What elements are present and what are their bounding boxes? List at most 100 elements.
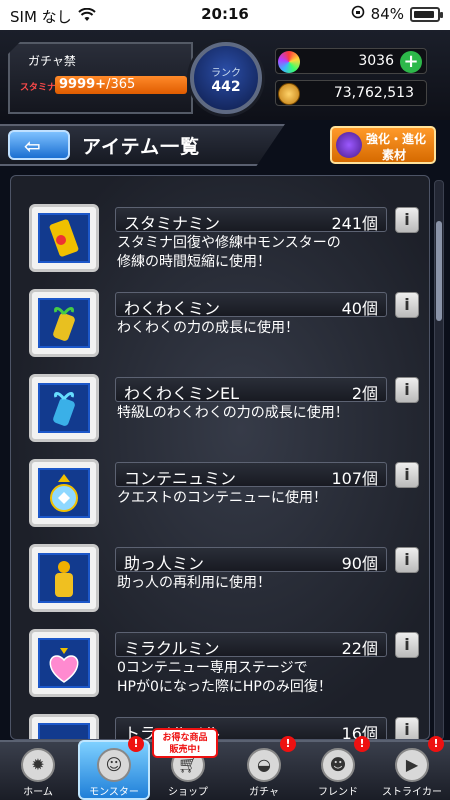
evolve-label-line1: 強化・進化 <box>366 132 427 146</box>
monster-icon: ☺ <box>97 748 131 782</box>
stamina-label: スタミナ <box>20 83 57 93</box>
item-list[interactable]: スタミナミン 241個 i スタミナ回復や修練中モンスターの 修練の時間短縮に使… <box>10 175 430 740</box>
nav-friend[interactable]: ☻ フレンド ! <box>302 736 374 800</box>
status-bar: SIM なし 20:16 84% <box>0 0 450 30</box>
nav-monster[interactable]: ☺ モンスター ! <box>78 736 150 800</box>
item-name: 助っ人ミン <box>124 554 205 573</box>
rank-badge[interactable]: ランク 442 <box>190 42 262 114</box>
nav-home-label: ホーム <box>23 787 53 798</box>
sprout-bottle-icon <box>38 298 90 348</box>
item-description: クエストのコンテニューに使用！ <box>117 490 327 506</box>
battery-percent: 84% <box>370 5 404 23</box>
item-name: コンテニュミン <box>124 469 237 488</box>
item-name-bar: わくわくミンEL 2個 <box>115 377 387 403</box>
sprout-bottle-el-icon <box>38 383 90 433</box>
stamina-current: 9999+ <box>59 77 107 92</box>
item-name-bar: 助っ人ミン 90個 <box>115 547 387 573</box>
evolve-label-line2: 素材 <box>382 148 407 162</box>
item-name-bar: ミラクルミン 22個 <box>115 632 387 658</box>
continue-potion-icon <box>38 468 90 518</box>
nav-friend-label: フレンド <box>318 787 358 798</box>
info-button[interactable]: i <box>395 292 419 318</box>
item-name-bar: スタミナミン 241個 <box>115 207 387 233</box>
info-button[interactable]: i <box>395 632 419 658</box>
game-header: ガチャ禁 スタミナ 9999+/365 ランク 442 3036 + 73,76… <box>0 30 450 120</box>
info-button[interactable]: i <box>395 207 419 233</box>
gold-counter: 73,762,513 <box>275 80 427 106</box>
item-name-bar: わくわくミン 40個 <box>115 292 387 318</box>
stamina-bar: 9999+/365 <box>55 76 187 94</box>
stamina-can-icon <box>38 213 90 263</box>
status-right: 84% <box>351 5 443 23</box>
evolve-materials-button[interactable]: 強化・進化 素材 <box>330 126 436 164</box>
add-orbs-button[interactable]: + <box>400 51 422 73</box>
nav-striker-label: ストライカー <box>382 787 442 798</box>
travel-bell-icon <box>38 723 90 739</box>
nav-monster-label: モンスター <box>89 787 139 798</box>
notification-badge: ! <box>428 736 444 752</box>
item-count: 40個 <box>341 299 378 318</box>
back-button[interactable]: ⇦ <box>8 130 70 160</box>
gold-count: 73,762,513 <box>333 85 414 101</box>
orb-counter: 3036 + <box>275 48 427 74</box>
item-count: 90個 <box>341 554 378 573</box>
list-item[interactable]: わくわくミンEL 2個 i 特級Lのわくわくの力の成長に使用！ <box>29 374 429 454</box>
page-title: アイテム一覧 <box>82 136 201 158</box>
list-item[interactable]: スタミナミン 241個 i スタミナ回復や修練中モンスターの 修練の時間短縮に使… <box>29 204 429 284</box>
item-name: わくわくミンEL <box>124 384 240 403</box>
orb-icon <box>278 51 300 73</box>
item-count: 107個 <box>331 469 378 488</box>
materials-icon <box>336 132 362 158</box>
item-name: わくわくミン <box>124 299 221 318</box>
item-name: スタミナミン <box>124 214 221 233</box>
item-icon-frame <box>29 459 99 527</box>
list-scrollbar[interactable] <box>434 180 444 740</box>
scroll-thumb[interactable] <box>436 221 442 321</box>
item-count: 22個 <box>341 639 378 658</box>
item-name-bar: コンテニュミン 107個 <box>115 462 387 488</box>
info-button[interactable]: i <box>395 717 419 739</box>
rank-label: ランク <box>211 68 241 79</box>
list-item[interactable]: 助っ人ミン 90個 i 助っ人の再利用に使用！ <box>29 544 429 624</box>
item-description: 助っ人の再利用に使用！ <box>117 575 271 591</box>
list-item[interactable]: コンテニュミン 107個 i クエストのコンテニューに使用！ <box>29 459 429 539</box>
info-button[interactable]: i <box>395 547 419 573</box>
item-icon-frame <box>29 374 99 442</box>
info-button[interactable]: i <box>395 462 419 488</box>
item-icon-frame <box>29 289 99 357</box>
stamina-max: /365 <box>106 77 136 92</box>
info-button[interactable]: i <box>395 377 419 403</box>
player-panel[interactable]: ガチャ禁 スタミナ 9999+/365 <box>8 42 193 114</box>
item-description: 特級Lのわくわくの力の成長に使用！ <box>117 405 349 421</box>
back-arrow-icon: ⇦ <box>24 134 41 158</box>
item-icon-frame <box>29 204 99 272</box>
rotation-lock-icon <box>351 5 365 23</box>
item-name: ミラクルミン <box>124 639 220 658</box>
item-icon-frame <box>29 714 99 739</box>
notification-badge: ! <box>128 736 144 752</box>
list-item[interactable]: ミラクルミン 22個 i 0コンテニュー専用ステージで HPが0になった際にHP… <box>29 629 429 709</box>
item-description: 0コンテニュー専用ステージで HPが0になった際にHPのみ回復！ <box>117 660 332 695</box>
list-item[interactable]: トラベルベル 16個 i <box>29 714 429 739</box>
item-count: 2個 <box>351 384 378 403</box>
item-icon-frame <box>29 629 99 697</box>
bottom-nav: ✹ ホーム ☺ モンスター ! 🛒︎ ショップ ◒ ガチャ ! ☻ フレンド !… <box>0 736 450 800</box>
nav-striker[interactable]: ▶ ストライカー ! <box>376 736 448 800</box>
nav-home[interactable]: ✹ ホーム <box>2 742 74 800</box>
striker-card-icon: ▶ <box>395 748 429 782</box>
home-icon: ✹ <box>21 748 55 782</box>
list-item[interactable]: わくわくミン 40個 i わくわくの力の成長に使用！ <box>29 289 429 369</box>
player-name: ガチャ禁 <box>28 54 76 68</box>
item-count: 241個 <box>331 214 378 233</box>
heart-potion-icon <box>38 638 90 688</box>
shop-sale-popup[interactable]: お得な商品 販売中! <box>152 728 218 758</box>
orb-count: 3036 <box>358 53 394 69</box>
title-bar: ⇦ アイテム一覧 強化・進化 素材 <box>0 120 450 170</box>
gold-coin-icon <box>278 83 300 105</box>
helper-bottle-icon <box>38 553 90 603</box>
item-icon-frame <box>29 544 99 612</box>
item-description: スタミナ回復や修練中モンスターの 修練の時間短縮に使用！ <box>117 235 341 270</box>
nav-gacha[interactable]: ◒ ガチャ ! <box>228 736 300 800</box>
rank-value: 442 <box>211 79 241 95</box>
notification-badge: ! <box>280 736 296 752</box>
